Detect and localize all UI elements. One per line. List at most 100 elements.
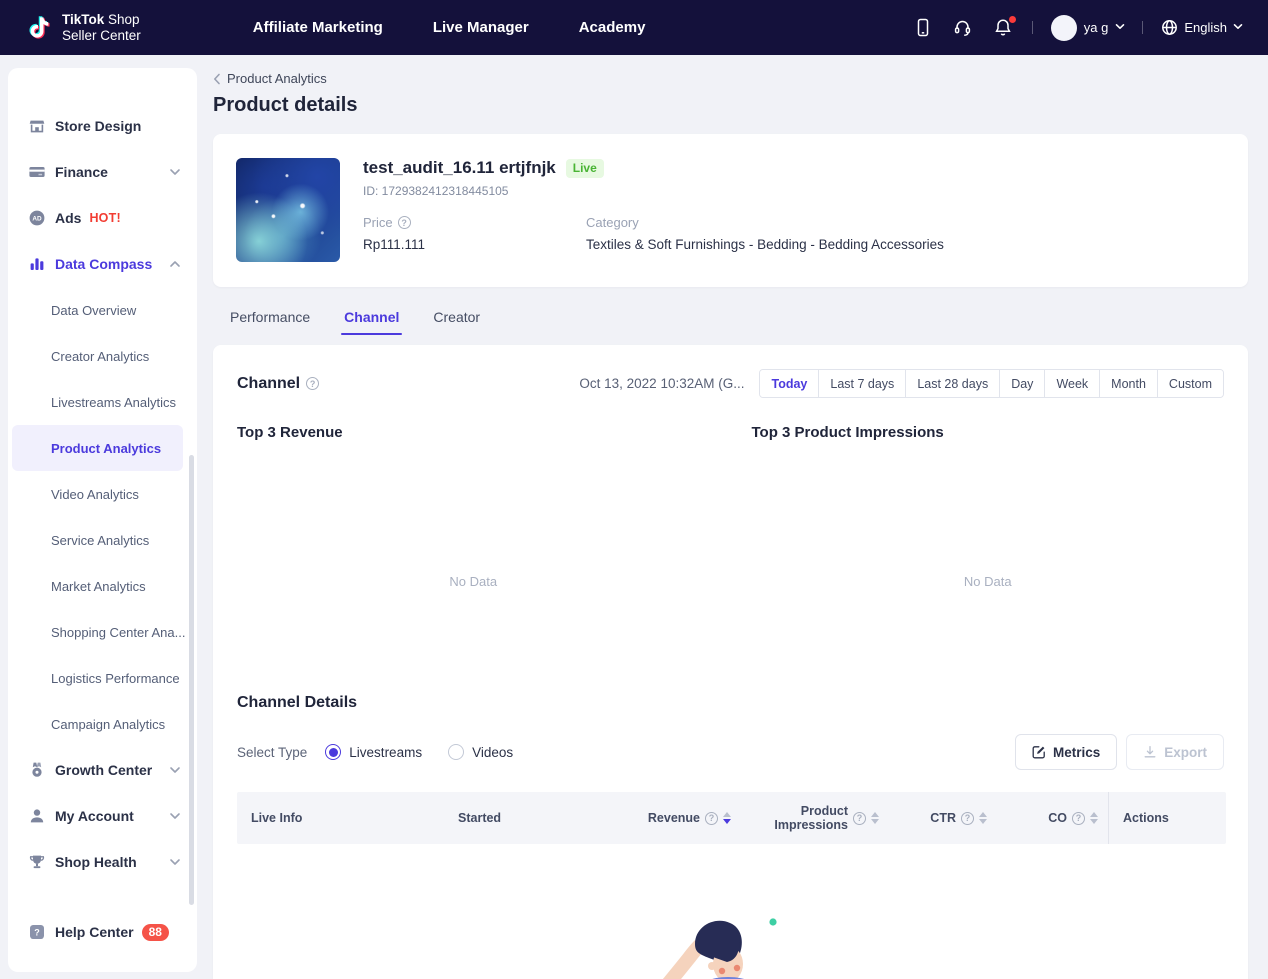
range-last-7-days[interactable]: Last 7 days <box>818 370 906 397</box>
info-icon[interactable] <box>397 216 411 229</box>
user-avatar <box>1050 14 1077 41</box>
channel-panel: Channel Oct 13, 2022 10:32AM (G... Today… <box>213 345 1248 979</box>
product-summary-card: test_audit_16.11 ertjfnjk Live ID: 17293… <box>213 134 1248 287</box>
sidebar-item-my-account[interactable]: My Account <box>8 793 197 839</box>
col-product-impressions: Product Impressions <box>735 792 883 844</box>
range-custom[interactable]: Custom <box>1156 370 1223 397</box>
chart-title: Top 3 Product Impressions <box>751 424 944 441</box>
col-live-info: Live Info <box>251 811 303 825</box>
sidebar-subitem-market-analytics[interactable]: Market Analytics <box>8 563 197 609</box>
sidebar-item-growth-center[interactable]: Growth Center <box>8 747 197 793</box>
medal-icon <box>28 761 46 779</box>
sidebar-subitem-campaign-analytics[interactable]: Campaign Analytics <box>8 701 197 747</box>
detail-tabs: Performance Channel Creator <box>213 301 1248 335</box>
tab-channel[interactable]: Channel <box>341 301 403 335</box>
main-content: Product Analytics Product details test_a… <box>213 55 1248 979</box>
sidebar-item-data-compass[interactable]: Data Compass <box>8 241 197 287</box>
sort-product-impressions[interactable] <box>871 811 879 825</box>
radio-icon <box>325 744 342 760</box>
top-navbar: TikTok Shop Seller Center Affiliate Mark… <box>0 0 1268 55</box>
table-header: Live Info Started Revenue Product Impres… <box>237 792 1226 844</box>
col-co: CO <box>991 792 1108 844</box>
sort-ctr[interactable] <box>979 811 987 825</box>
sidebar-subitem-service-analytics[interactable]: Service Analytics <box>8 517 197 563</box>
help-count-badge: 88 <box>141 923 169 941</box>
navbar-right: ya g English <box>912 14 1243 41</box>
mobile-app-icon[interactable] <box>912 17 934 39</box>
info-icon[interactable] <box>961 811 974 825</box>
store-icon <box>28 117 46 135</box>
col-started: Started <box>458 811 502 825</box>
sidebar-item-shop-health[interactable]: Shop Health <box>8 839 197 885</box>
sidebar-scrollbar[interactable] <box>189 455 194 905</box>
product-id: ID: 1729382412318445105 <box>363 184 509 198</box>
radio-icon <box>448 744 465 760</box>
chevron-up-icon <box>169 260 181 268</box>
price-label: Price <box>363 215 393 230</box>
sidebar-subitem-logistics-performance[interactable]: Logistics Performance <box>8 655 197 701</box>
breadcrumb[interactable]: Product Analytics <box>213 71 327 86</box>
col-revenue: Revenue <box>595 792 735 844</box>
no-data-text: No Data <box>449 574 498 589</box>
range-day[interactable]: Day <box>999 370 1045 397</box>
sidebar-subitem-video-analytics[interactable]: Video Analytics <box>8 471 197 517</box>
tab-performance[interactable]: Performance <box>230 301 310 335</box>
category-label: Category <box>586 215 639 230</box>
sidebar: Store Design Finance AD Ads HOT! Data Co… <box>8 68 197 972</box>
sidebar-subitem-shopping-center-analytics[interactable]: Shopping Center Ana... <box>8 609 197 655</box>
language-label: English <box>1184 20 1227 35</box>
channel-details-table: Live Info Started Revenue Product Impres… <box>237 792 1226 979</box>
trophy-icon <box>28 853 46 871</box>
range-last-28-days[interactable]: Last 28 days <box>905 370 1000 397</box>
nav-live-manager[interactable]: Live Manager <box>433 19 529 36</box>
report-datetime: Oct 13, 2022 10:32AM (G... <box>579 376 745 391</box>
info-icon[interactable] <box>306 377 320 390</box>
sidebar-subitem-creator-analytics[interactable]: Creator Analytics <box>8 333 197 379</box>
tiktok-logo[interactable]: TikTok Shop Seller Center <box>26 12 141 44</box>
page-title: Product details <box>213 94 358 116</box>
notification-dot <box>1008 15 1016 23</box>
info-icon[interactable] <box>705 811 718 825</box>
sidebar-subitem-data-overview[interactable]: Data Overview <box>8 287 197 333</box>
range-week[interactable]: Week <box>1044 370 1100 397</box>
bar-chart-icon <box>28 255 46 273</box>
sidebar-item-ads[interactable]: AD Ads HOT! <box>8 195 197 241</box>
ad-icon: AD <box>28 209 46 227</box>
empty-state-illustration <box>637 906 837 979</box>
product-price-block: Price Rp111.111 <box>363 215 586 252</box>
product-name: test_audit_16.11 ertjfnjk <box>363 158 556 177</box>
sort-co[interactable] <box>1090 811 1098 825</box>
main-nav: Affiliate Marketing Live Manager Academy <box>253 19 646 36</box>
edit-metrics-icon <box>1032 746 1045 759</box>
user-menu[interactable]: ya g <box>1050 14 1125 41</box>
range-month[interactable]: Month <box>1099 370 1157 397</box>
radio-videos[interactable]: Videos <box>448 744 513 760</box>
sidebar-subitem-product-analytics[interactable]: Product Analytics <box>12 425 183 471</box>
nav-affiliate-marketing[interactable]: Affiliate Marketing <box>253 19 383 36</box>
export-button[interactable]: Export <box>1126 734 1224 770</box>
range-today[interactable]: Today <box>760 370 819 397</box>
channel-section-title: Channel <box>237 375 320 393</box>
breadcrumb-label: Product Analytics <box>227 71 327 86</box>
divider <box>1031 21 1033 34</box>
sidebar-subitem-livestreams-analytics[interactable]: Livestreams Analytics <box>8 379 197 425</box>
info-icon[interactable] <box>1072 811 1085 825</box>
product-info: test_audit_16.11 ertjfnjk Live ID: 17293… <box>363 158 1225 263</box>
info-icon[interactable] <box>853 811 866 825</box>
nav-academy[interactable]: Academy <box>579 19 646 36</box>
radio-livestreams[interactable]: Livestreams <box>325 744 422 760</box>
sort-revenue[interactable] <box>723 811 731 825</box>
table-body-empty <box>237 844 1226 979</box>
date-range-group: Today Last 7 days Last 28 days Day Week … <box>759 369 1224 398</box>
notifications-bell-icon[interactable] <box>992 15 1016 39</box>
sidebar-item-help-center[interactable]: ? Help Center 88 <box>8 909 197 955</box>
language-selector[interactable]: English <box>1161 19 1243 36</box>
metrics-button[interactable]: Metrics <box>1014 734 1118 770</box>
no-data-text: No Data <box>963 574 1012 589</box>
sidebar-item-finance[interactable]: Finance <box>8 149 197 195</box>
tab-creator[interactable]: Creator <box>433 301 480 335</box>
sidebar-item-store-design[interactable]: Store Design <box>8 103 197 149</box>
chevron-down-icon <box>169 858 181 866</box>
support-headset-icon[interactable] <box>952 17 974 39</box>
credit-card-icon <box>28 163 46 181</box>
